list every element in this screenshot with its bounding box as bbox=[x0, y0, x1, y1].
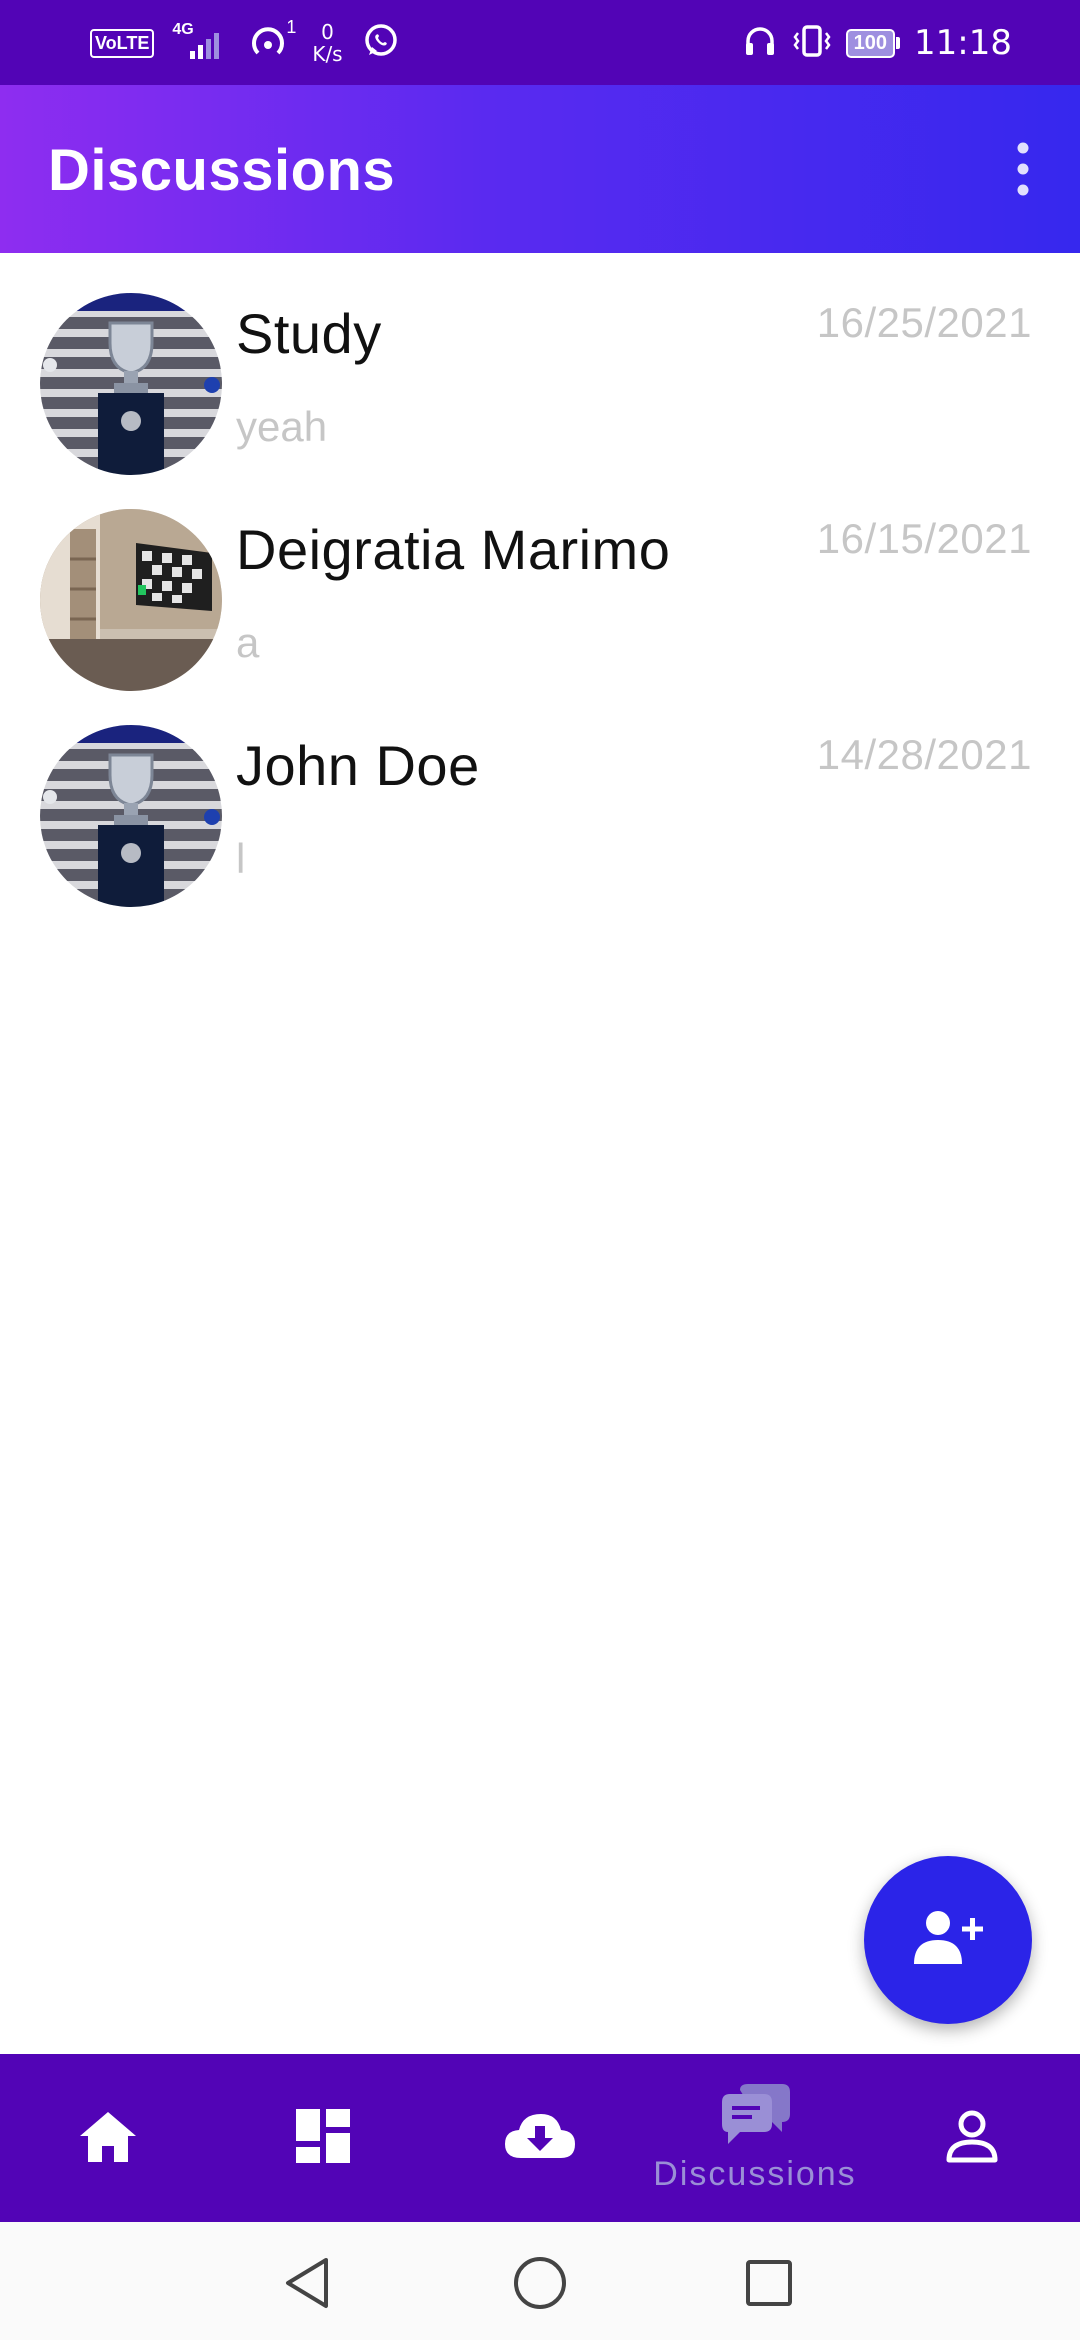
nav-home[interactable] bbox=[48, 2054, 168, 2222]
chat-list: Study 16/25/2021 yeah Deigratia Marimo 1… bbox=[0, 253, 1080, 907]
page-title: Discussions bbox=[48, 138, 396, 203]
clock: 11:18 bbox=[914, 23, 1012, 63]
chat-date: 16/15/2021 bbox=[816, 515, 1032, 562]
speed-value: 0 bbox=[321, 20, 334, 44]
home-icon bbox=[78, 2108, 138, 2169]
chat-date: 14/28/2021 bbox=[816, 731, 1032, 778]
avatar bbox=[40, 725, 222, 907]
battery-level: 100 bbox=[845, 28, 896, 58]
vibrate-icon bbox=[792, 21, 832, 66]
nav-dashboard[interactable] bbox=[263, 2054, 383, 2222]
nav-discussions[interactable]: Discussions bbox=[640, 2054, 870, 2222]
hotspot-icon: 1 bbox=[250, 17, 296, 63]
nav-cloud-download[interactable] bbox=[480, 2054, 600, 2222]
chat-item-john-doe[interactable]: John Doe 14/28/2021 l bbox=[0, 685, 1080, 907]
avatar bbox=[40, 293, 222, 475]
more-vert-icon[interactable] bbox=[1006, 139, 1040, 199]
network-speed: 0 K/s bbox=[312, 21, 342, 65]
add-user-icon bbox=[910, 1908, 986, 1973]
recents-icon[interactable] bbox=[744, 2258, 794, 2313]
chat-bubbles-icon bbox=[718, 2082, 792, 2153]
hotspot-count: 1 bbox=[286, 17, 297, 37]
chat-date: 16/25/2021 bbox=[816, 299, 1032, 346]
app-bar: Discussions bbox=[0, 85, 1080, 253]
chat-name: Deigratia Marimo bbox=[236, 518, 671, 581]
avatar bbox=[40, 509, 222, 691]
home-circle-icon[interactable] bbox=[512, 2256, 568, 2317]
cloud-download-icon bbox=[503, 2110, 577, 2167]
headphones-icon bbox=[742, 23, 778, 64]
speed-unit: K/s bbox=[312, 42, 343, 66]
chat-name: John Doe bbox=[236, 734, 480, 797]
add-user-button[interactable] bbox=[864, 1856, 1032, 2024]
chat-item-deigratia-marimo[interactable]: Deigratia Marimo 16/15/2021 a bbox=[0, 469, 1080, 691]
chat-preview: a bbox=[236, 619, 260, 666]
back-icon[interactable] bbox=[282, 2256, 332, 2315]
nav-profile[interactable] bbox=[912, 2054, 1032, 2222]
chat-name: Study bbox=[236, 302, 382, 365]
signal-icon: 4G bbox=[172, 21, 232, 61]
chat-preview: l bbox=[236, 835, 246, 882]
volte-badge: VoLTE bbox=[90, 28, 155, 58]
chat-preview: yeah bbox=[236, 403, 328, 450]
bottom-nav: Discussions bbox=[0, 2054, 1080, 2222]
system-nav-bar bbox=[0, 2222, 1080, 2340]
person-icon bbox=[944, 2108, 1000, 2169]
battery-icon: 100 bbox=[845, 28, 901, 58]
dashboard-icon bbox=[294, 2107, 352, 2170]
nav-discussions-label: Discussions bbox=[653, 2155, 857, 2193]
status-bar: VoLTE 4G 1 0 K/s 100 11:18 bbox=[0, 0, 1080, 85]
whatsapp-icon bbox=[361, 21, 401, 66]
chat-item-study[interactable]: Study 16/25/2021 yeah bbox=[0, 253, 1080, 475]
